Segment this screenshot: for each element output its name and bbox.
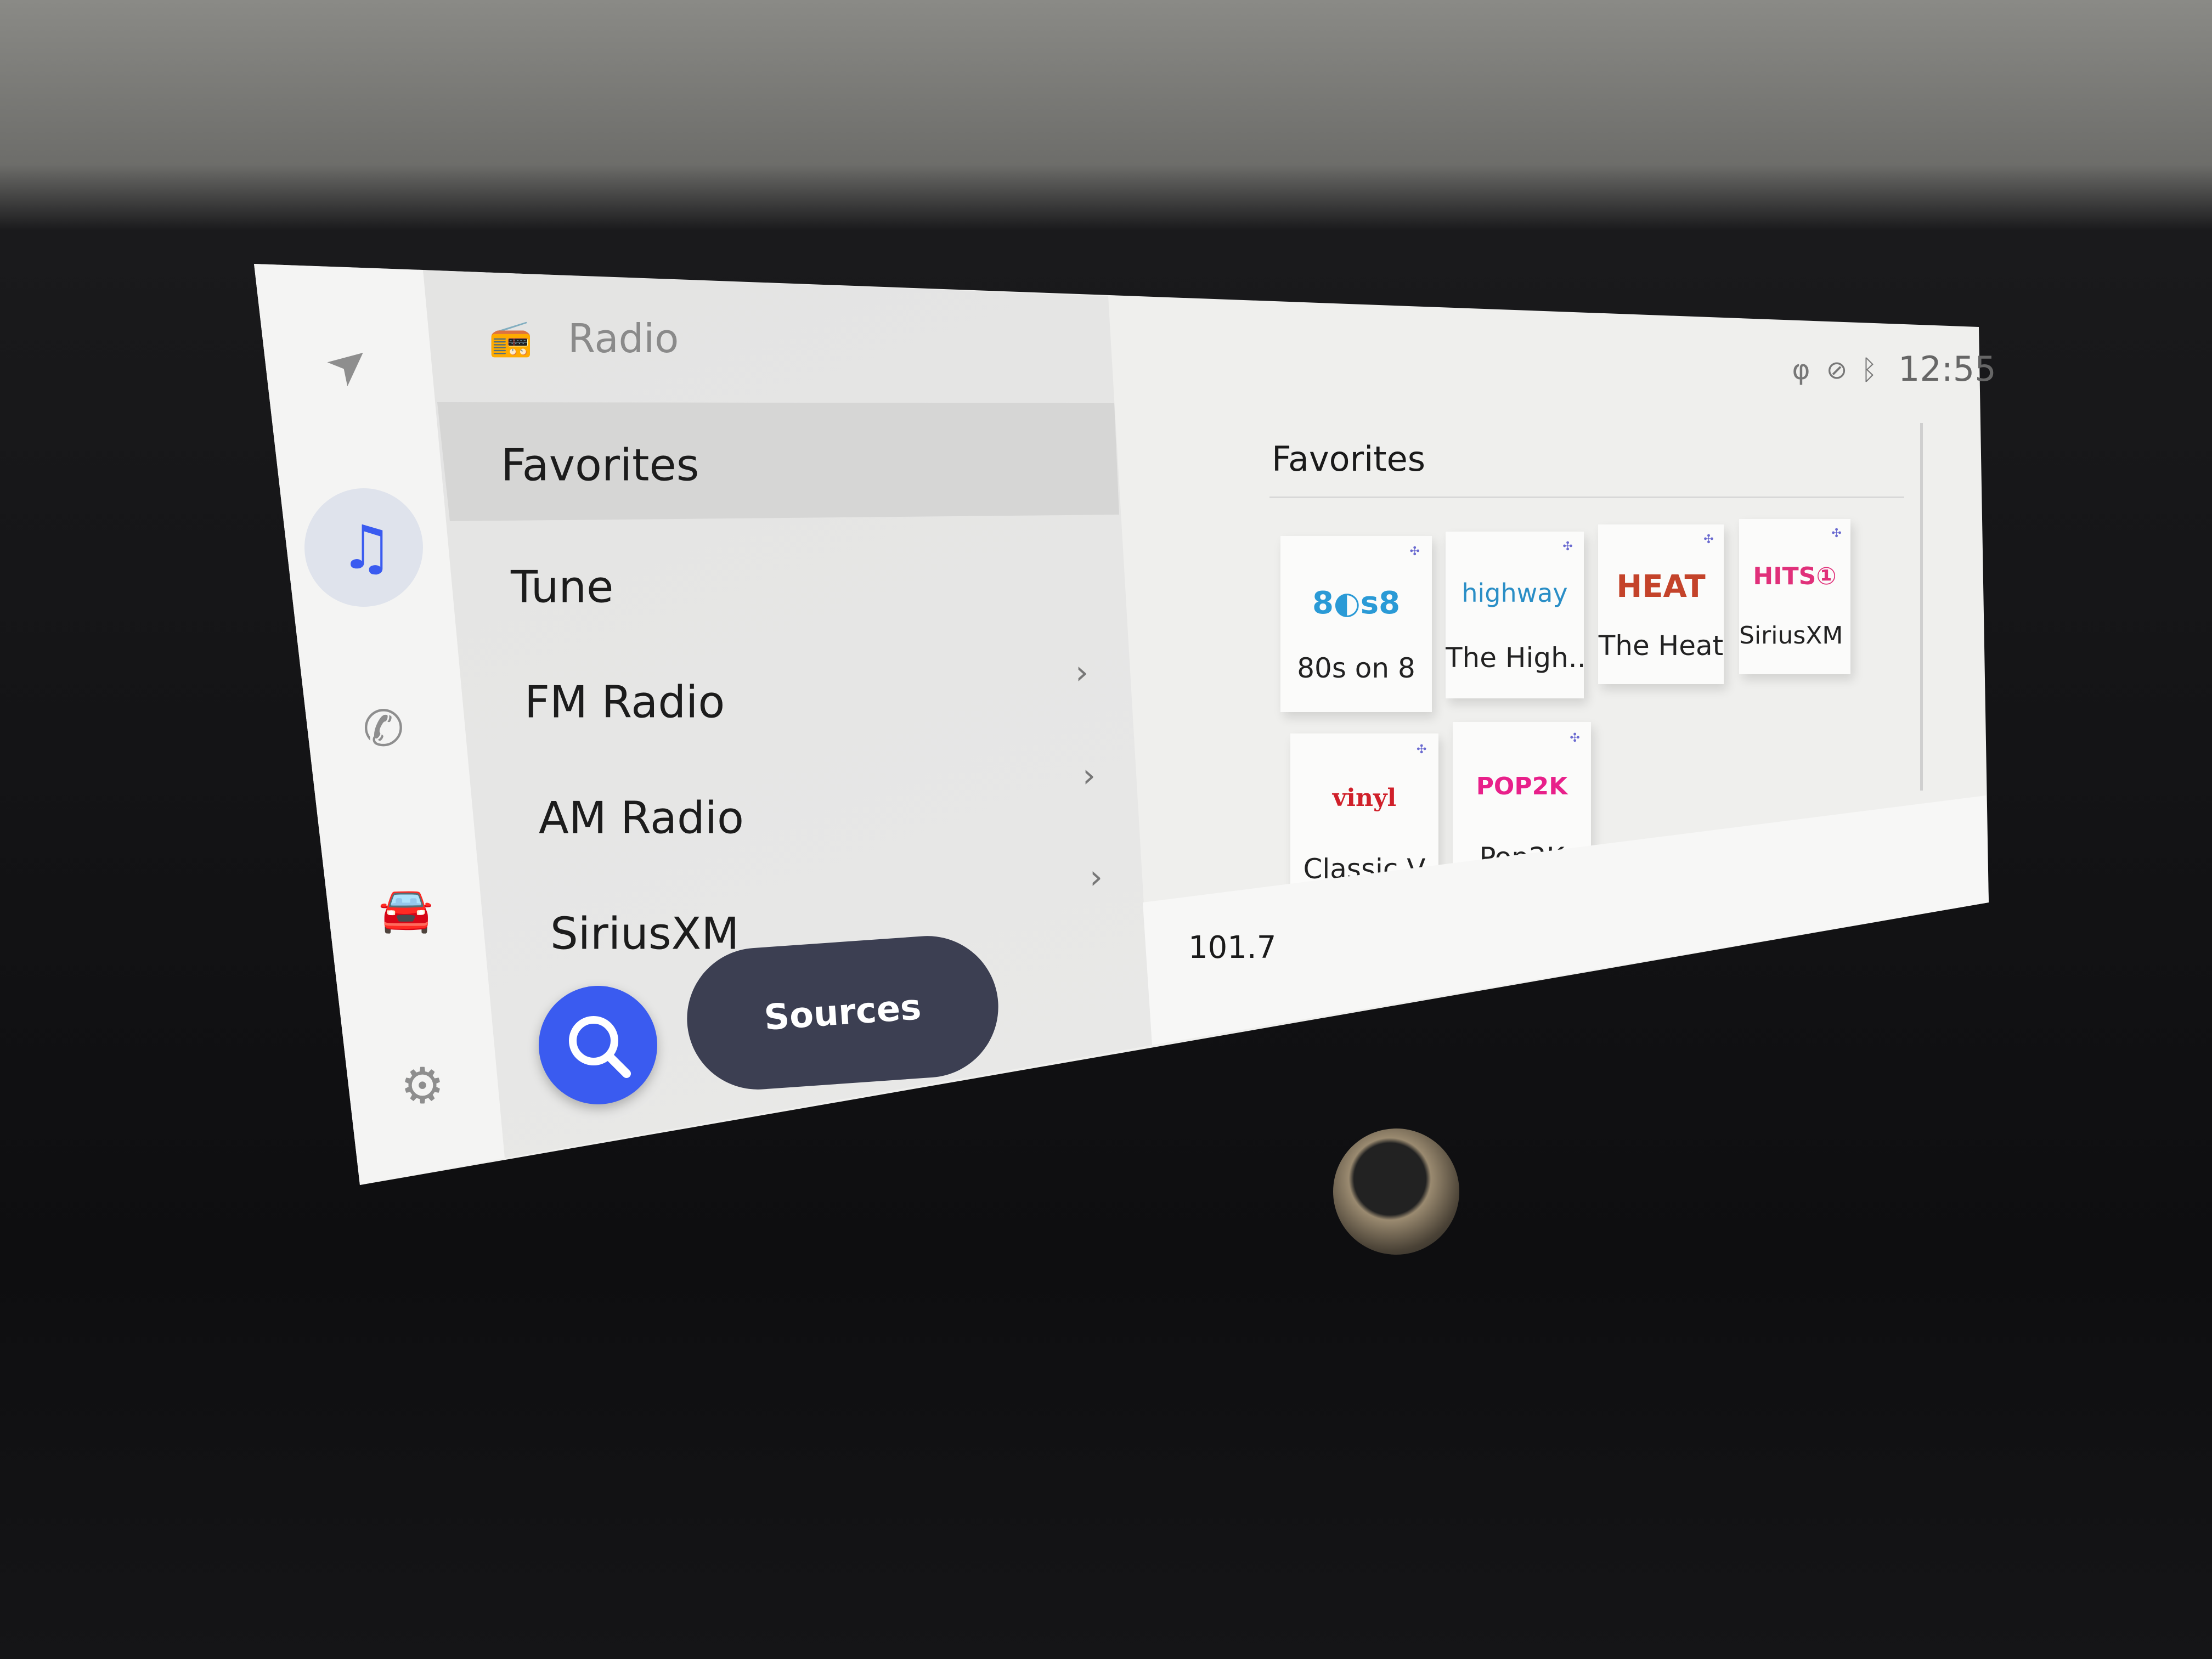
scrollbar[interactable] (1920, 423, 1923, 791)
volume-knob[interactable] (1333, 1128, 1459, 1255)
menu-item-fm-radio[interactable]: FM Radio (524, 677, 725, 728)
favorite-tile[interactable]: ✣ HITS① SiriusXM ... (1739, 519, 1850, 674)
menu-item-tune[interactable]: Tune (511, 562, 613, 613)
page-title: Radio (568, 315, 679, 362)
sources-label: Sources (763, 987, 923, 1039)
menu-item-am-radio[interactable]: AM Radio (539, 793, 744, 844)
favorites-title: Favorites (1272, 439, 1426, 479)
chevron-right-icon: › (1082, 757, 1096, 795)
favorite-tile[interactable]: ✣ 8◐s8 80s on 8 (1280, 536, 1432, 712)
siriusxm-badge-icon: ✣ (1570, 731, 1580, 745)
divider (1269, 496, 1904, 498)
favorite-tile[interactable]: ✣ HEAT The Heat (1598, 524, 1724, 684)
siriusxm-badge-icon: ✣ (1409, 545, 1420, 559)
now-playing-station: 101.7 (1188, 930, 1277, 966)
wifi-off-icon: ⊘ (1826, 355, 1848, 385)
station-logo: HEAT (1616, 569, 1706, 605)
bluetooth-icon: ᛒ (1861, 354, 1877, 386)
tile-label: SiriusXM ... (1739, 621, 1850, 650)
siriusxm-badge-icon: ✣ (1703, 532, 1714, 546)
siriusxm-badge-icon: ✣ (1831, 527, 1842, 541)
search-button[interactable] (539, 986, 657, 1104)
station-logo: vinyl (1332, 784, 1397, 812)
phone-icon[interactable]: ✆ (363, 704, 404, 754)
tile-label: 80s on 8 (1297, 652, 1415, 684)
wireless-charging-icon: φ (1792, 354, 1810, 386)
tile-label: The Heat (1598, 630, 1724, 662)
chevron-right-icon: › (1075, 653, 1088, 692)
station-logo: highway (1462, 578, 1568, 608)
tile-label: The High... (1446, 641, 1584, 674)
chevron-right-icon: › (1090, 858, 1103, 896)
siriusxm-badge-icon: ✣ (1416, 742, 1427, 757)
siriusxm-badge-icon: ✣ (1562, 540, 1573, 554)
station-logo: HITS① (1753, 562, 1837, 591)
sources-button[interactable]: Sources (682, 931, 1003, 1094)
search-icon (569, 1016, 631, 1078)
gear-icon[interactable]: ⚙ (400, 1062, 445, 1111)
car-icon[interactable]: 🚘 (379, 888, 433, 932)
menu-item-siriusxm[interactable]: SiriusXM (550, 909, 739, 960)
music-note-icon: ♫ (339, 512, 394, 583)
menu-item-favorites[interactable]: Favorites (501, 440, 699, 491)
radio-icon: 📻 (489, 318, 533, 359)
clock: 12:55 (1898, 349, 1996, 389)
station-logo: POP2K (1476, 772, 1568, 801)
favorite-tile[interactable]: ✣ highway The High... (1446, 532, 1584, 698)
station-logo: 8◐s8 (1312, 585, 1401, 621)
